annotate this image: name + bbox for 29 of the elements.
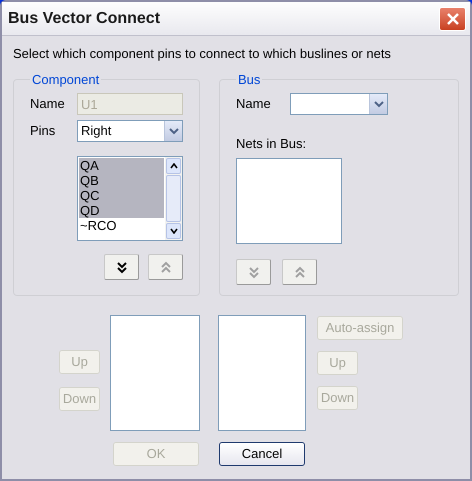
dropdown-arrow-button[interactable] <box>369 94 387 114</box>
bus-name-dropdown[interactable] <box>290 93 388 115</box>
close-icon <box>446 12 458 24</box>
move-down-button[interactable] <box>104 254 139 280</box>
window-title: Bus Vector Connect <box>8 8 160 28</box>
cancel-button[interactable]: Cancel <box>219 442 305 466</box>
group-legend: Bus <box>236 70 262 89</box>
group-legend: Component <box>30 70 102 89</box>
field-label: Pins <box>30 122 56 140</box>
scroll-up-icon <box>170 163 178 169</box>
nets-list[interactable] <box>236 158 342 244</box>
instruction-text: Select which component pins to connect to which buslines or nets <box>13 45 392 63</box>
field-label: Name <box>236 95 272 114</box>
field-label: Nets in Bus: <box>236 135 308 153</box>
pin-item[interactable]: QB <box>79 173 164 188</box>
pin-item[interactable]: QD <box>79 203 164 218</box>
chevron-down-icon <box>168 127 178 135</box>
pins-dropdown[interactable]: Right <box>77 120 183 142</box>
nets-order-list[interactable] <box>218 314 306 430</box>
chevron-down-icon <box>374 100 384 108</box>
scrollbar[interactable] <box>165 157 182 240</box>
dropdown-arrow-button[interactable] <box>164 121 182 141</box>
pin-item[interactable]: QC <box>79 188 164 203</box>
pin-item[interactable]: QA <box>79 158 164 173</box>
field-label: Name <box>30 95 66 114</box>
scroll-down-icon <box>170 228 178 234</box>
scroll-thumb[interactable] <box>166 175 181 222</box>
close-button[interactable] <box>439 6 466 30</box>
pins-order-list[interactable] <box>110 314 200 430</box>
